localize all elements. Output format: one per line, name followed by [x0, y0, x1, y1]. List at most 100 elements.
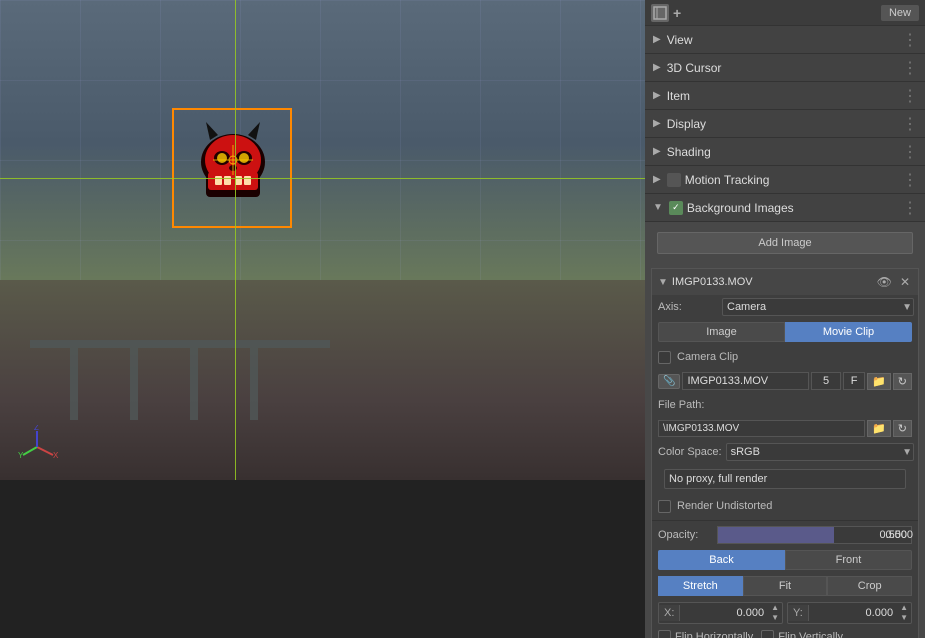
viewport-bottom-panel: X Y Z — [0, 480, 645, 638]
file-row: 📎 📁 ↻ — [652, 369, 918, 393]
x-up-arrow[interactable]: ▲ — [768, 603, 782, 613]
skull-sprite — [188, 120, 278, 210]
path-folder-button[interactable]: 📁 — [867, 420, 891, 437]
file-path-input[interactable] — [658, 420, 865, 437]
section-item[interactable]: ▶ Item ⋮ — [645, 82, 925, 110]
camera-clip-label: Camera Clip — [677, 351, 738, 363]
axis-select[interactable]: Camera — [722, 298, 914, 316]
shading-dots: ⋮ — [902, 142, 917, 162]
svg-text:Y: Y — [18, 451, 24, 460]
cursor-label: 3D Cursor — [667, 61, 722, 75]
file-refresh-button[interactable]: ↻ — [893, 373, 912, 390]
y-down-arrow[interactable]: ▼ — [897, 613, 911, 623]
x-field: X: 0.000 ▲ ▼ — [658, 602, 783, 624]
bg-filename: IMGP0133.MOV — [672, 276, 871, 288]
section-display[interactable]: ▶ Display ⋮ — [645, 110, 925, 138]
camera-clip-row: Camera Clip — [652, 345, 918, 369]
motion-tracking-icon — [667, 173, 681, 187]
right-panel: + New ▶ View ⋮ ▶ 3D Cursor ⋮ ▶ Item ⋮ ▶ … — [645, 0, 925, 638]
file-icon-button[interactable]: 📎 — [658, 374, 680, 389]
new-button[interactable]: New — [881, 5, 919, 21]
svg-text:X: X — [53, 451, 59, 460]
file-number-input[interactable] — [811, 372, 841, 390]
item-arrow-icon: ▶ — [653, 90, 661, 101]
display-arrow-icon: ▶ — [653, 118, 661, 129]
file-name-input[interactable] — [682, 372, 809, 390]
display-dots: ⋮ — [902, 114, 917, 134]
image-type-toggle: Image Movie Clip — [652, 319, 918, 345]
stretch-button[interactable]: Stretch — [658, 576, 743, 596]
camera-clip-checkbox[interactable] — [658, 351, 671, 364]
back-button[interactable]: Back — [658, 550, 785, 570]
view-arrow-icon: ▶ — [653, 34, 661, 45]
flip-horizontal-item: Flip Horizontally — [658, 630, 753, 638]
flip-vertical-label: Flip Vertically — [778, 631, 843, 638]
motion-tracking-label: Motion Tracking — [685, 173, 770, 187]
fit-button[interactable]: Fit — [743, 576, 828, 596]
y-label: Y: — [788, 605, 809, 621]
y-value: 0.000 — [809, 605, 897, 621]
image-tab-button[interactable]: Image — [658, 322, 785, 342]
bg-images-with-icon: ✓ Background Images — [669, 201, 794, 215]
section-motion-tracking[interactable]: ▶ Motion Tracking ⋮ — [645, 166, 925, 194]
file-path-label-row: File Path: — [652, 393, 918, 417]
motion-tracking-with-icon: Motion Tracking — [667, 173, 770, 187]
bg-close-button[interactable]: ✕ — [898, 275, 912, 289]
section-background-images[interactable]: ▼ ✓ Background Images ⋮ — [645, 194, 925, 222]
bg-arrow-icon: ▼ — [653, 202, 663, 213]
flip-vertical-item: Flip Vertically — [761, 630, 843, 638]
view-dots: ⋮ — [902, 30, 917, 50]
shading-label: Shading — [667, 145, 711, 159]
viewport-scene — [0, 0, 645, 480]
flip-horizontal-checkbox[interactable] — [658, 630, 671, 638]
front-button[interactable]: Front — [785, 550, 912, 570]
back-front-row: Back Front — [652, 547, 918, 573]
y-arrows[interactable]: ▲ ▼ — [897, 603, 911, 623]
x-arrows[interactable]: ▲ ▼ — [768, 603, 782, 623]
sfc-row: Stretch Fit Crop — [652, 573, 918, 599]
camera-line-horizontal — [0, 178, 645, 179]
crop-button[interactable]: Crop — [827, 576, 912, 596]
axes-widget: X Y Z — [15, 425, 60, 470]
bg-item-arrow-icon[interactable]: ▼ — [658, 277, 668, 288]
view-icon — [653, 6, 667, 20]
bg-image-header: ▼ IMGP0133.MOV 👁 ✕ — [652, 269, 918, 295]
motion-dots: ⋮ — [902, 170, 917, 190]
section-3d-cursor[interactable]: ▶ 3D Cursor ⋮ — [645, 54, 925, 82]
file-folder-button[interactable]: 📁 — [867, 373, 891, 390]
viewport[interactable]: X Y Z — [0, 0, 645, 638]
proxy-select[interactable]: No proxy, full render — [664, 469, 906, 489]
bg-image-item: ▼ IMGP0133.MOV 👁 ✕ Axis: Camera ▼ Image … — [651, 268, 919, 638]
y-up-arrow[interactable]: ▲ — [897, 603, 911, 613]
panel-topbar: + New — [645, 0, 925, 26]
flip-vertical-checkbox[interactable] — [761, 630, 774, 638]
section-shading[interactable]: ▶ Shading ⋮ — [645, 138, 925, 166]
movie-clip-tab-button[interactable]: Movie Clip — [785, 322, 912, 342]
color-space-row: Color Space: sRGB ▼ — [652, 440, 918, 464]
plus-icon: + — [673, 5, 681, 21]
color-space-select[interactable]: sRGB — [726, 443, 915, 461]
bg-eye-button[interactable]: 👁 — [875, 275, 894, 289]
path-refresh-button[interactable]: ↻ — [893, 420, 912, 437]
file-path-label: File Path: — [658, 399, 718, 411]
x-down-arrow[interactable]: ▼ — [768, 613, 782, 623]
flip-horizontal-label: Flip Horizontally — [675, 631, 753, 638]
axis-label: Axis: — [658, 301, 718, 313]
bg-dots: ⋮ — [902, 198, 917, 218]
camera-line-vertical — [235, 0, 236, 480]
bridge-structure — [30, 320, 330, 420]
motion-arrow-icon: ▶ — [653, 174, 661, 185]
svg-text:Z: Z — [34, 425, 39, 432]
section-view[interactable]: ▶ View ⋮ — [645, 26, 925, 54]
divider-1 — [652, 520, 918, 521]
y-field: Y: 0.000 ▲ ▼ — [787, 602, 912, 624]
opacity-input[interactable] — [717, 526, 912, 544]
axis-row: Axis: Camera ▼ — [652, 295, 918, 319]
file-letter-input[interactable] — [843, 372, 865, 390]
display-label: Display — [667, 117, 706, 131]
add-image-button[interactable]: Add Image — [657, 232, 913, 254]
render-undistorted-checkbox[interactable] — [658, 500, 671, 513]
file-path-row: 📁 ↻ — [652, 417, 918, 440]
xy-row: X: 0.000 ▲ ▼ Y: 0.000 ▲ ▼ — [652, 599, 918, 627]
cursor-arrow-icon: ▶ — [653, 62, 661, 73]
